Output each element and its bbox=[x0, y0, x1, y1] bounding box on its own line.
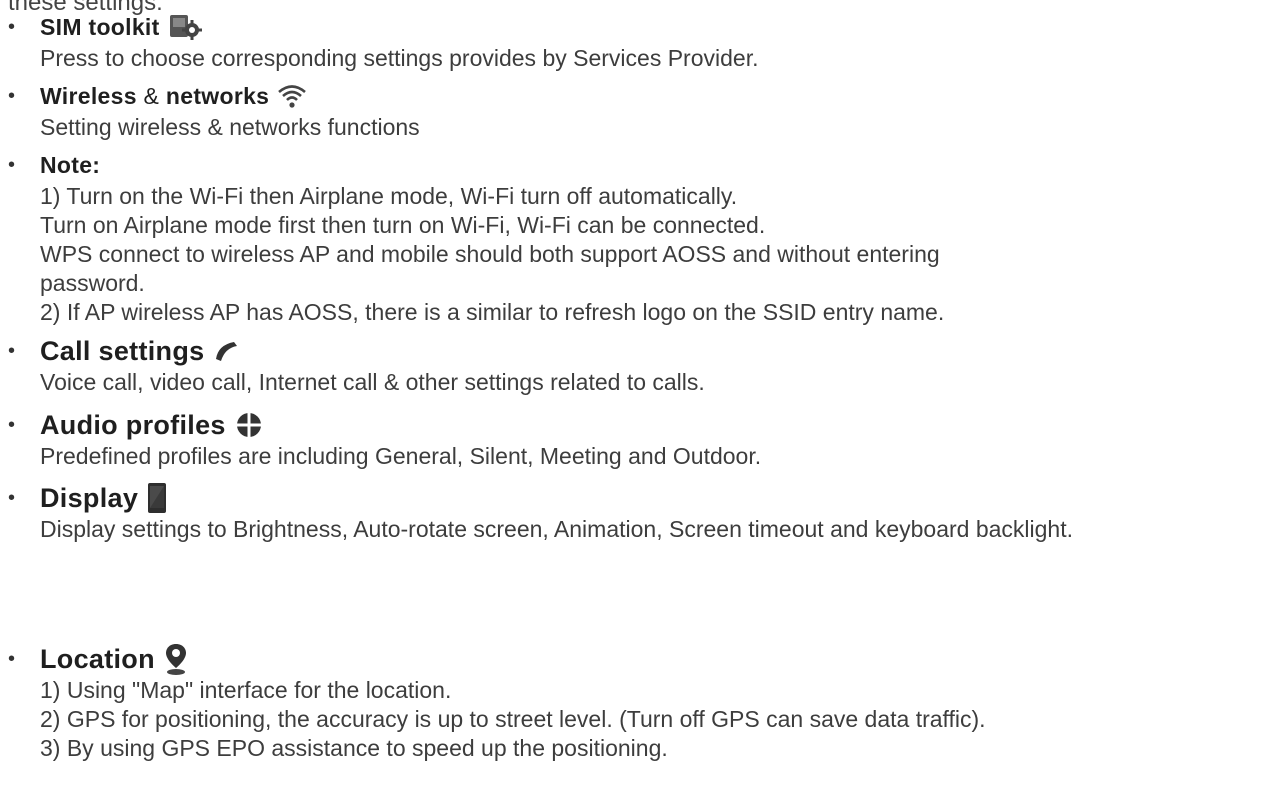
section-call-settings: • Call settings Voice call, video call, … bbox=[8, 334, 1268, 397]
location-line: 1) Using "Map" interface for the locatio… bbox=[40, 677, 452, 703]
phone-handset-icon bbox=[212, 339, 240, 363]
bullet: • bbox=[8, 84, 16, 107]
section-title: Display bbox=[40, 482, 139, 513]
location-pin-icon bbox=[163, 642, 189, 676]
section-title: Audio profiles bbox=[40, 409, 226, 440]
note-line: 1) Turn on the Wi-Fi then Airplane mode,… bbox=[40, 183, 738, 209]
section-description: Setting wireless & networks functions bbox=[40, 114, 420, 140]
section-title: Wireless & networks bbox=[40, 82, 270, 109]
section-title: Call settings bbox=[40, 335, 205, 366]
section-sim-toolkit: • SIM toolkit Press to choose correspond… bbox=[8, 10, 1268, 73]
bullet: • bbox=[8, 339, 16, 362]
section-description: Display settings to Brightness, Auto-rot… bbox=[40, 516, 1074, 542]
note-line: 2) If AP wireless AP has AOSS, there is … bbox=[40, 299, 945, 325]
section-title: Location bbox=[40, 643, 155, 674]
section-display: • Display Display settings to Brightness… bbox=[8, 481, 1268, 544]
bullet: • bbox=[8, 647, 16, 670]
note-line: password. bbox=[40, 270, 145, 296]
bullet: • bbox=[8, 486, 16, 509]
section-audio-profiles: • Audio profiles Predefined profiles are… bbox=[8, 408, 1268, 471]
wifi-icon bbox=[277, 83, 307, 109]
bullet: • bbox=[8, 153, 16, 176]
section-title: SIM toolkit bbox=[40, 13, 160, 40]
location-line: 2) GPS for positioning, the accuracy is … bbox=[40, 706, 986, 732]
bullet: • bbox=[8, 413, 16, 436]
section-wireless-networks: • Wireless & networks Setting wireless &… bbox=[8, 79, 1268, 142]
bullet: • bbox=[8, 15, 16, 38]
section-location: • Location 1) Using "Map" interface for … bbox=[8, 642, 1268, 763]
note-line: Turn on Airplane mode first then turn on… bbox=[40, 212, 766, 238]
sim-toolkit-gear-icon bbox=[168, 14, 202, 40]
section-title: Note: bbox=[40, 151, 101, 178]
section-description: Press to choose corresponding settings p… bbox=[40, 45, 759, 71]
section-note: • Note: 1) Turn on the Wi-Fi then Airpla… bbox=[8, 148, 1268, 327]
section-description: Voice call, video call, Internet call & … bbox=[40, 369, 705, 395]
audio-profiles-icon bbox=[234, 411, 264, 439]
location-line: 3) By using GPS EPO assistance to speed … bbox=[40, 735, 668, 761]
section-description: Predefined profiles are including Genera… bbox=[40, 443, 762, 469]
note-line: WPS connect to wireless AP and mobile sh… bbox=[40, 241, 940, 267]
manual-page: these settings: • SIM toolkit Press to c… bbox=[0, 0, 1276, 785]
display-phone-icon bbox=[146, 482, 168, 514]
